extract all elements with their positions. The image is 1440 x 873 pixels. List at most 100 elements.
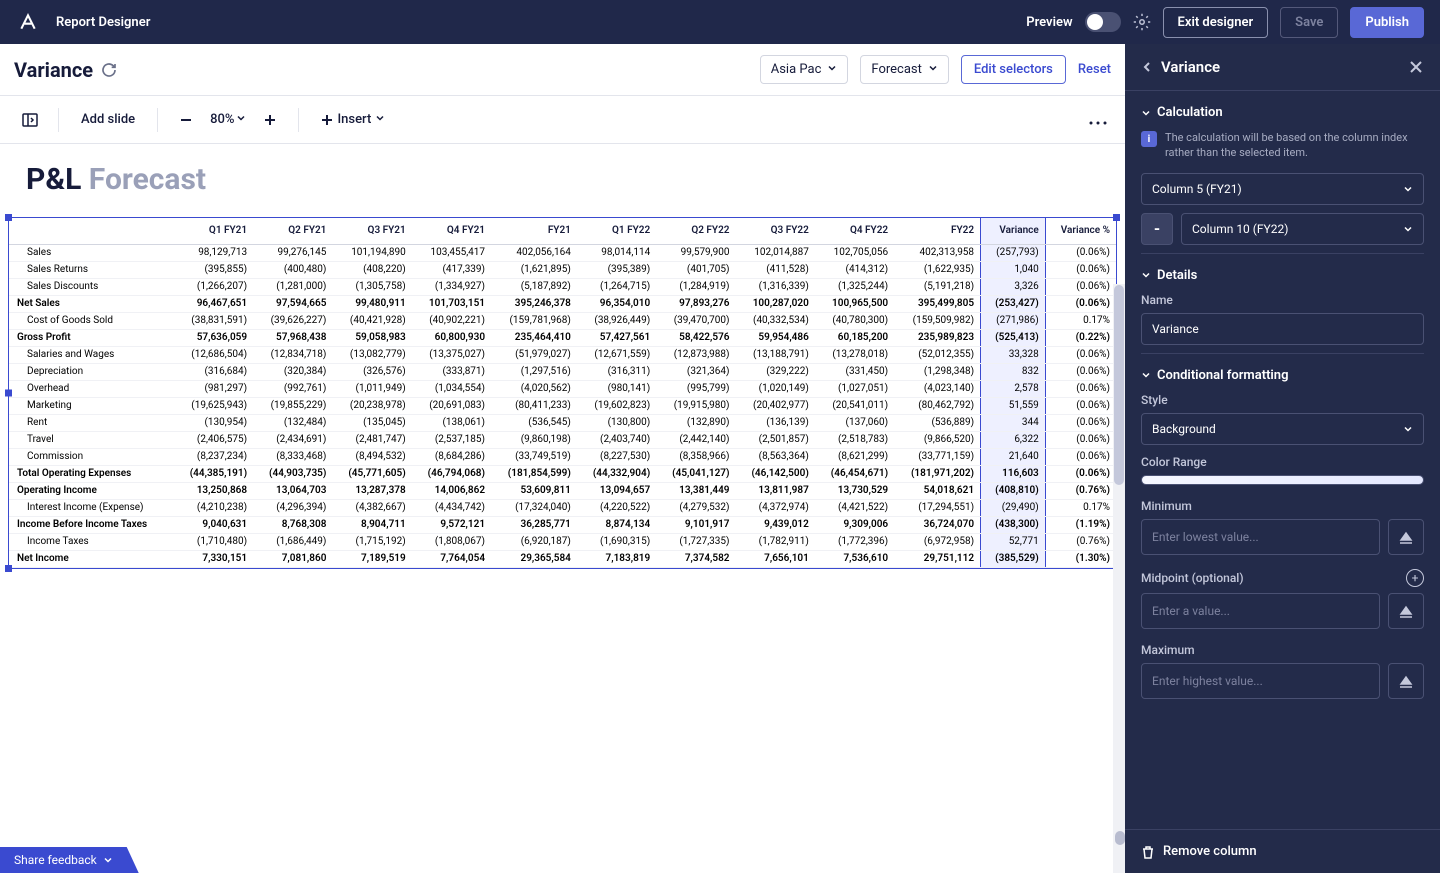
resize-handle[interactable] xyxy=(5,214,12,221)
table-row[interactable]: Sales98,129,71399,276,145101,194,890103,… xyxy=(9,244,1116,261)
more-icon[interactable] xyxy=(1085,106,1111,133)
calculation-section-header[interactable]: Calculation xyxy=(1141,105,1424,120)
max-color-swatch[interactable] xyxy=(1388,663,1424,699)
mid-color-swatch[interactable] xyxy=(1388,593,1424,629)
table-header[interactable]: Q4 FY22 xyxy=(815,218,894,244)
table-row[interactable]: Interest Income (Expense)(4,210,238)(4,2… xyxy=(9,499,1116,516)
color-range- -preview xyxy=(1141,475,1424,485)
table-cell: (0.06%) xyxy=(1045,295,1116,312)
table-cell: 8,904,711 xyxy=(332,516,411,533)
style-dropdown[interactable]: Background xyxy=(1141,413,1424,445)
table-row[interactable]: Net Sales96,467,65197,594,66599,480,9111… xyxy=(9,295,1116,312)
table-row[interactable]: Gross Profit57,636,05957,968,43859,058,9… xyxy=(9,329,1116,346)
column-b-dropdown[interactable]: Column 10 (FY22) xyxy=(1181,213,1424,245)
table-row[interactable]: Marketing(19,625,943)(19,855,229)(20,238… xyxy=(9,397,1116,414)
calculation-section: Calculation i The calculation will be ba… xyxy=(1141,91,1424,254)
panel-toggle-icon[interactable] xyxy=(14,104,46,136)
exit-designer-button[interactable]: Exit designer xyxy=(1163,7,1269,38)
table-cell: (20,238,978) xyxy=(332,397,411,414)
add-midpoint-icon[interactable]: + xyxy=(1406,569,1424,587)
table-row[interactable]: Operating Income13,250,86813,064,70313,2… xyxy=(9,482,1116,499)
refresh-icon[interactable] xyxy=(101,62,117,78)
table-cell: (321,364) xyxy=(656,363,735,380)
outer-scrollbar[interactable] xyxy=(1113,144,1127,847)
table-row[interactable]: Cost of Goods Sold(38,831,591)(39,626,22… xyxy=(9,312,1116,329)
name-input[interactable] xyxy=(1141,313,1424,345)
canvas[interactable]: P&L Forecast Q1 FY21Q2 FY21Q3 FY21Q4 FY2… xyxy=(0,144,1125,873)
min-color-swatch[interactable] xyxy=(1388,519,1424,555)
share-feedback-button[interactable]: Share feedback xyxy=(0,847,139,873)
gear-icon[interactable] xyxy=(1133,13,1151,31)
table-header[interactable]: Q1 FY21 xyxy=(174,218,253,244)
table-header[interactable]: Q3 FY22 xyxy=(736,218,815,244)
table-header[interactable]: FY22 xyxy=(894,218,980,244)
operator-box[interactable]: - xyxy=(1141,213,1173,245)
table-selection[interactable]: Q1 FY21Q2 FY21Q3 FY21Q4 FY21FY21Q1 FY22Q… xyxy=(8,217,1117,569)
row-label: Overhead xyxy=(9,380,174,397)
table-cell: 14,006,862 xyxy=(412,482,491,499)
table-header[interactable]: Q1 FY22 xyxy=(577,218,656,244)
zoom-out-icon[interactable] xyxy=(170,104,202,136)
table-cell: 344 xyxy=(981,414,1046,431)
table-row[interactable]: Rent(130,954)(132,484)(135,045)(138,061)… xyxy=(9,414,1116,431)
remove-column-button[interactable]: Remove column xyxy=(1141,844,1424,859)
table-cell: (1.19%) xyxy=(1045,516,1116,533)
table-cell: (20,402,977) xyxy=(736,397,815,414)
chevron-down-icon xyxy=(375,112,385,127)
table-header[interactable]: Variance xyxy=(981,218,1046,244)
table-cell: (12,873,988) xyxy=(656,346,735,363)
close-icon[interactable] xyxy=(1408,59,1424,75)
table-header[interactable] xyxy=(9,218,174,244)
table-row[interactable]: Income Taxes(1,710,480)(1,686,449)(1,715… xyxy=(9,533,1116,550)
table-row[interactable]: Depreciation(316,684)(320,384)(326,576)(… xyxy=(9,363,1116,380)
reset-link[interactable]: Reset xyxy=(1078,62,1111,77)
table-row[interactable]: Income Before Income Taxes9,040,6318,768… xyxy=(9,516,1116,533)
table-header[interactable]: FY21 xyxy=(491,218,577,244)
table-header[interactable]: Q2 FY21 xyxy=(253,218,332,244)
table-cell: 8,768,308 xyxy=(253,516,332,533)
report-table[interactable]: Q1 FY21Q2 FY21Q3 FY21Q4 FY21FY21Q1 FY22Q… xyxy=(9,218,1116,568)
preview-toggle[interactable] xyxy=(1085,12,1121,32)
table-row[interactable]: Salaries and Wages(12,686,504)(12,834,71… xyxy=(9,346,1116,363)
zoom-in-icon[interactable] xyxy=(254,104,286,136)
midpoint-input[interactable] xyxy=(1141,593,1380,629)
back-icon[interactable] xyxy=(1141,61,1153,73)
table-cell: (40,421,928) xyxy=(332,312,411,329)
app-logo[interactable] xyxy=(16,10,40,34)
table-row[interactable]: Net Income7,330,1517,081,8607,189,5197,7… xyxy=(9,550,1116,567)
insert-button[interactable]: Insert xyxy=(311,106,395,133)
table-cell: (536,545) xyxy=(491,414,577,431)
zoom-level[interactable]: 80% xyxy=(206,106,250,133)
table-cell: (45,041,127) xyxy=(656,465,735,482)
resize-handle[interactable] xyxy=(5,389,12,396)
table-cell: 13,287,378 xyxy=(332,482,411,499)
cf-section-header[interactable]: Conditional formatting xyxy=(1141,368,1424,383)
table-header[interactable]: Q2 FY22 xyxy=(656,218,735,244)
region-selector[interactable]: Asia Pac xyxy=(760,55,849,84)
edit-selectors-button[interactable]: Edit selectors xyxy=(961,55,1066,84)
table-cell: (1,266,207) xyxy=(174,278,253,295)
table-cell: 36,285,771 xyxy=(491,516,577,533)
add-slide-button[interactable]: Add slide xyxy=(71,106,145,133)
table-row[interactable]: Overhead(981,297)(992,761)(1,011,949)(1,… xyxy=(9,380,1116,397)
resize-handle[interactable] xyxy=(5,565,12,572)
table-row[interactable]: Commission(8,237,234)(8,333,468)(8,494,5… xyxy=(9,448,1116,465)
table-row[interactable]: Sales Returns(395,855)(400,480)(408,220)… xyxy=(9,261,1116,278)
table-cell: (0.06%) xyxy=(1045,380,1116,397)
table-header[interactable]: Q3 FY21 xyxy=(332,218,411,244)
minimum-input[interactable] xyxy=(1141,519,1380,555)
table-cell: (1,297,516) xyxy=(491,363,577,380)
table-cell: (4,220,522) xyxy=(577,499,656,516)
column-a-dropdown[interactable]: Column 5 (FY21) xyxy=(1141,173,1424,205)
table-row[interactable]: Sales Discounts(1,266,207)(1,281,000)(1,… xyxy=(9,278,1116,295)
table-header[interactable]: Variance % xyxy=(1045,218,1116,244)
publish-button[interactable]: Publish xyxy=(1350,7,1424,38)
details-section-header[interactable]: Details xyxy=(1141,268,1424,283)
table-header[interactable]: Q4 FY21 xyxy=(412,218,491,244)
table-row[interactable]: Travel(2,406,575)(2,434,691)(2,481,747)(… xyxy=(9,431,1116,448)
chevron-down-icon xyxy=(1141,108,1151,118)
scenario-selector[interactable]: Forecast xyxy=(860,55,948,84)
maximum-input[interactable] xyxy=(1141,663,1380,699)
table-row[interactable]: Total Operating Expenses(44,385,191)(44,… xyxy=(9,465,1116,482)
table-cell: (271,986) xyxy=(981,312,1046,329)
